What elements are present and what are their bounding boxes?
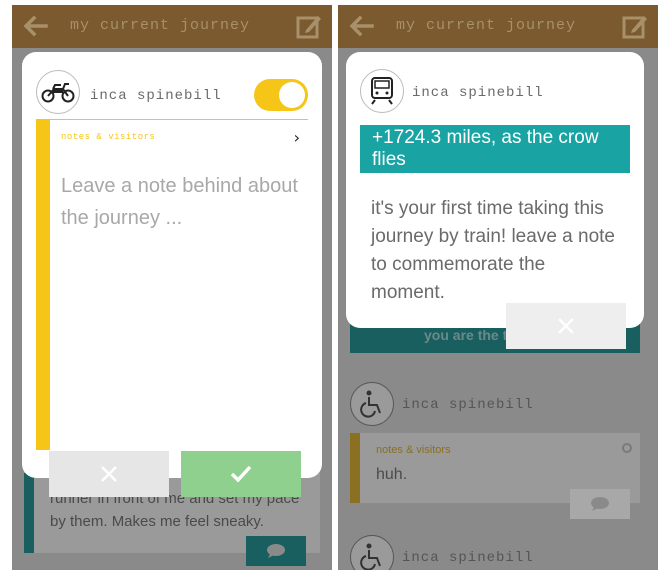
edit-icon[interactable] bbox=[296, 13, 322, 39]
distance-banner: +1724.3 miles, as the crow flies bbox=[360, 125, 630, 173]
avatar bbox=[36, 70, 80, 114]
edit-icon[interactable] bbox=[622, 13, 648, 39]
back-arrow-icon[interactable] bbox=[348, 14, 374, 38]
close-button[interactable] bbox=[506, 303, 626, 349]
background-note-line: by them. Makes me feel sneaky. bbox=[50, 513, 264, 530]
confirm-button[interactable] bbox=[181, 451, 301, 497]
train-icon bbox=[371, 77, 393, 105]
username: inca spinebill bbox=[412, 85, 544, 101]
note-text: huh. bbox=[376, 466, 408, 483]
background-note-bar bbox=[24, 473, 34, 553]
cancel-button[interactable] bbox=[49, 451, 169, 497]
username: inca spinebill bbox=[402, 550, 534, 566]
milestone-message: it's your first time taking this journey… bbox=[371, 198, 615, 303]
note-accent-bar bbox=[36, 120, 50, 450]
notes-label: notes & visitors bbox=[61, 132, 156, 142]
toggle-knob bbox=[279, 82, 305, 108]
chat-button[interactable] bbox=[246, 536, 306, 566]
visibility-toggle[interactable] bbox=[254, 79, 308, 111]
chevron-right-icon[interactable]: › bbox=[294, 128, 300, 147]
background-note-bar bbox=[350, 433, 360, 503]
note-input[interactable]: Leave a note behind about the journey ..… bbox=[61, 170, 301, 234]
check-icon bbox=[230, 465, 252, 483]
wheelchair-icon bbox=[360, 390, 381, 418]
avatar bbox=[360, 69, 404, 113]
header-bar: my current journey bbox=[338, 5, 658, 48]
avatar bbox=[350, 382, 394, 426]
chat-button[interactable] bbox=[570, 489, 630, 519]
username: inca spinebill bbox=[90, 88, 222, 104]
notes-label: notes & visitors bbox=[376, 444, 451, 456]
close-icon bbox=[558, 318, 574, 334]
username: inca spinebill bbox=[402, 397, 534, 413]
background-banner-text: you are the t bbox=[424, 327, 508, 343]
close-icon bbox=[101, 466, 117, 482]
chat-bubble-icon bbox=[591, 497, 609, 511]
avatar bbox=[350, 535, 394, 570]
motorcycle-icon bbox=[41, 83, 75, 103]
milestone-modal: inca spinebill +1724.3 miles, as the cro… bbox=[346, 52, 644, 328]
back-arrow-icon[interactable] bbox=[22, 14, 48, 38]
right-screen: my current journey you are the t inca sp… bbox=[338, 5, 658, 570]
chat-bubble-icon bbox=[267, 544, 285, 558]
note-box: notes & visitors › Leave a note behind a… bbox=[36, 119, 308, 450]
left-screen: my current journey runner in front of me… bbox=[12, 5, 332, 570]
note-modal: inca spinebill notes & visitors › Leave … bbox=[22, 52, 322, 478]
header-bar: my current journey bbox=[12, 5, 332, 48]
wheelchair-icon bbox=[360, 543, 381, 570]
page-title: my current journey bbox=[396, 17, 577, 34]
gear-icon[interactable] bbox=[621, 442, 633, 454]
page-title: my current journey bbox=[70, 17, 251, 34]
